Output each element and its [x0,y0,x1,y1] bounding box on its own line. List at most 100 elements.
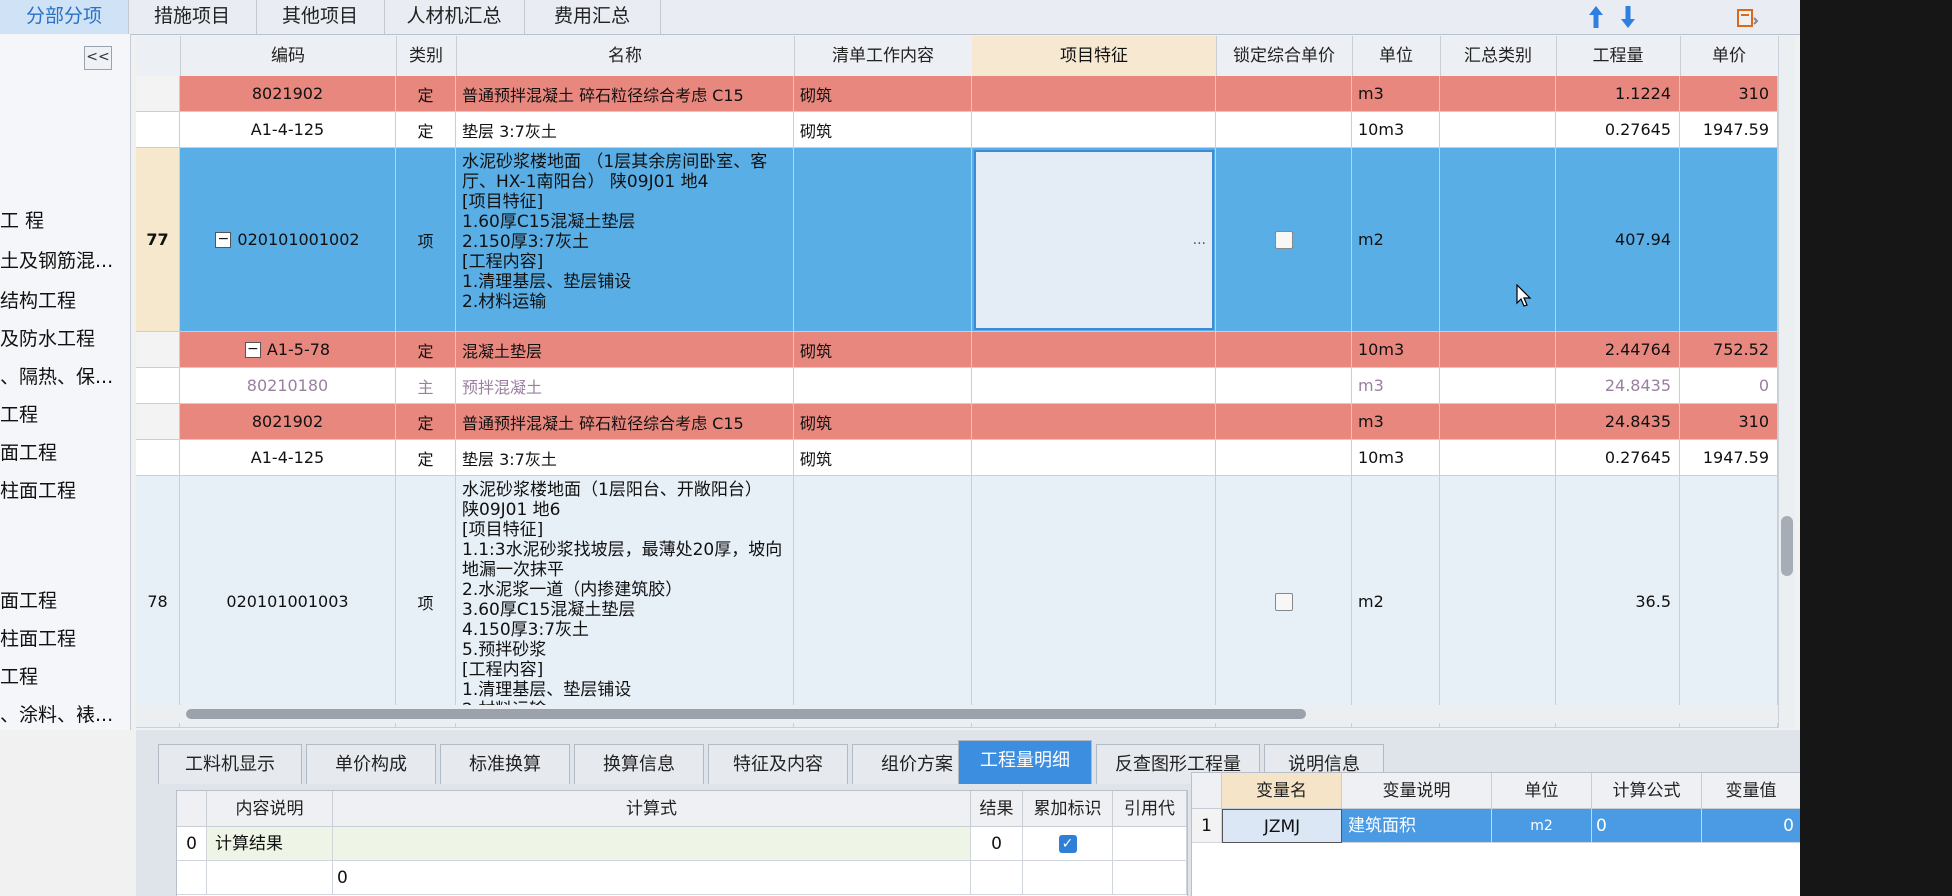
table-row[interactable]: 8021902 定 普通预拌混凝土 碎石粒径综合考虑 C15 砌筑 m3 1.1… [136,76,1778,112]
summary-type-cell[interactable] [1440,332,1556,368]
sidebar-item[interactable]: 、涂料、裱... [0,700,113,727]
header-quantity[interactable]: 工程量 [1556,36,1681,76]
sidebar-item[interactable]: 面工程 [0,586,57,613]
header-summary-type[interactable]: 汇总类别 [1440,36,1557,76]
collapse-minus-icon[interactable]: − [244,341,261,358]
code-cell[interactable]: − A1-5-78 [180,332,396,368]
unit-cell[interactable]: 10m3 [1352,332,1440,368]
grid-horizontal-scrollbar[interactable] [136,705,1778,723]
price-cell[interactable]: 0 [1680,368,1778,404]
tab-price-composition[interactable]: 单价构成 [306,744,436,784]
name-cell[interactable]: 混凝土垫层 [456,332,794,368]
vertical-scroll-thumb[interactable] [1781,516,1793,576]
table-row[interactable]: 8021902 定 普通预拌混凝土 碎石粒径综合考虑 C15 砌筑 m3 24.… [136,404,1778,440]
name-cell[interactable]: 水泥砂浆楼地面 （1层其余房间卧室、客厅、HX-1南阳台） 陕09J01 地4 … [456,148,794,332]
quantity-cell[interactable]: 36.5 [1556,476,1680,728]
feature-cell[interactable] [972,368,1216,404]
type-cell[interactable]: 项 [396,148,456,332]
work-content-cell[interactable]: 砌筑 [794,404,972,440]
calc-desc-cell[interactable]: 计算结果 [207,827,333,861]
lock-price-cell[interactable] [1216,332,1352,368]
work-content-cell[interactable]: 砌筑 [794,332,972,368]
var-value-cell[interactable]: 0 [1702,809,1800,843]
lock-price-checkbox[interactable] [1274,592,1293,611]
code-cell[interactable]: A1-4-125 [180,440,396,476]
collapse-minus-icon[interactable]: − [215,231,232,248]
summary-type-cell[interactable] [1440,112,1556,148]
price-cell[interactable]: 310 [1680,404,1778,440]
code-cell[interactable]: 020101001003 [180,476,396,728]
table-row[interactable]: 78 020101001003 项 水泥砂浆楼地面（1层阳台、开敞阳台） 陕09… [136,476,1778,728]
type-cell[interactable]: 定 [396,404,456,440]
collapse-sidebar-button[interactable]: << [84,46,112,70]
lock-price-cell[interactable] [1216,148,1352,332]
price-cell[interactable] [1680,148,1778,332]
lock-price-cell[interactable] [1216,476,1352,728]
type-cell[interactable]: 项 [396,476,456,728]
table-row[interactable]: A1-4-125 定 垫层 3:7灰土 砌筑 10m3 0.27645 1947… [136,440,1778,476]
tab-quantity-detail[interactable]: 工程量明细 [958,740,1092,784]
header-feature[interactable]: 项目特征 [972,36,1217,76]
quantity-cell[interactable]: 2.44764 [1556,332,1680,368]
horizontal-scroll-thumb[interactable] [186,709,1306,719]
feature-cell[interactable] [972,76,1216,112]
sidebar-item[interactable]: 及防水工程 [0,324,95,351]
move-up-arrow-icon[interactable] [1588,6,1604,28]
calc-desc-cell[interactable] [207,861,333,895]
summary-type-cell[interactable] [1440,440,1556,476]
header-name[interactable]: 名称 [456,36,795,76]
accumulate-checkbox-checked[interactable]: ✓ [1058,834,1077,853]
calc-ref-cell[interactable] [1113,827,1187,861]
code-cell[interactable]: A1-4-125 [180,112,396,148]
lock-price-checkbox[interactable] [1274,230,1293,249]
code-cell[interactable]: 8021902 [180,76,396,112]
sidebar-item[interactable]: 结构工程 [0,286,76,313]
tab-rencaiji-huizong[interactable]: 人材机汇总 [384,0,525,34]
feature-cell[interactable] [972,404,1216,440]
var-desc-cell[interactable]: 建筑面积 [1342,809,1492,843]
work-content-cell[interactable]: 砌筑 [794,76,972,112]
name-cell[interactable]: 水泥砂浆楼地面（1层阳台、开敞阳台） 陕09J01 地6 [项目特征] 1.1:… [456,476,794,728]
tab-conversion-info[interactable]: 换算信息 [574,744,704,784]
code-cell[interactable]: 80210180 [180,368,396,404]
name-cell[interactable]: 普通预拌混凝土 碎石粒径综合考虑 C15 [456,76,794,112]
unit-cell[interactable]: m2 [1352,148,1440,332]
sidebar-item[interactable]: 柱面工程 [0,476,76,503]
sidebar-item[interactable]: 工 程 [0,206,44,233]
sidebar-item[interactable]: 土及钢筋混... [0,246,113,273]
tools-icon[interactable] [1736,6,1760,30]
sidebar-item[interactable]: 工程 [0,400,38,427]
feature-cell[interactable] [972,112,1216,148]
sidebar-item[interactable]: 工程 [0,662,38,689]
summary-type-cell[interactable] [1440,148,1556,332]
sidebar-item[interactable]: 、隔热、保... [0,362,113,389]
quantity-cell[interactable]: 24.8435 [1556,368,1680,404]
price-cell[interactable] [1680,476,1778,728]
summary-type-cell[interactable] [1440,404,1556,440]
sidebar-item[interactable]: 面工程 [0,438,57,465]
tab-feature-content[interactable]: 特征及内容 [708,744,848,784]
type-cell[interactable]: 定 [396,440,456,476]
summary-type-cell[interactable] [1440,368,1556,404]
header-lock-price[interactable]: 锁定综合单价 [1216,36,1353,76]
code-cell[interactable]: 8021902 [180,404,396,440]
feature-cell[interactable] [972,476,1216,728]
lock-price-cell[interactable] [1216,112,1352,148]
unit-cell[interactable]: m3 [1352,368,1440,404]
tab-fenbu-fenxiang[interactable]: 分部分项 [0,0,129,34]
unit-cell[interactable]: 10m3 [1352,112,1440,148]
sidebar-item[interactable]: 柱面工程 [0,624,76,651]
summary-type-cell[interactable] [1440,476,1556,728]
work-content-cell[interactable] [794,148,972,332]
work-content-cell[interactable]: 砌筑 [794,112,972,148]
price-cell[interactable]: 1947.59 [1680,440,1778,476]
calc-ref-cell[interactable] [1113,861,1187,895]
feature-cell[interactable] [972,440,1216,476]
tab-material-display[interactable]: 工料机显示 [158,744,302,784]
tab-standard-conversion[interactable]: 标准换算 [440,744,570,784]
grid-vertical-scrollbar[interactable] [1778,36,1795,728]
header-code[interactable]: 编码 [180,36,397,76]
table-row[interactable]: A1-4-125 定 垫层 3:7灰土 砌筑 10m3 0.27645 1947… [136,112,1778,148]
feature-edit-box[interactable]: ... [974,150,1214,330]
type-cell[interactable]: 定 [396,76,456,112]
